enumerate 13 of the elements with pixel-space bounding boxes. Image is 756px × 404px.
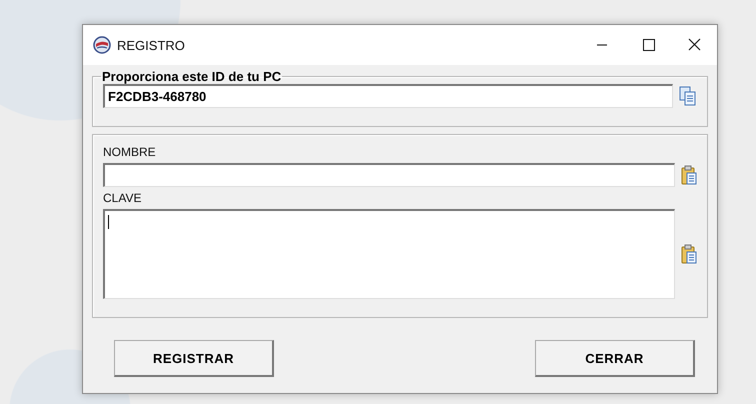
- clipboard-icon[interactable]: [681, 165, 697, 185]
- field-label: NOMBRE: [103, 145, 157, 159]
- group-legend: Proporciona este ID de tu PC: [101, 69, 282, 84]
- window-title: REGISTRO: [117, 38, 185, 52]
- close-button[interactable]: CERRAR: [535, 340, 695, 377]
- pc-id-field[interactable]: F2CDB3-468780: [103, 84, 673, 108]
- clipboard-icon[interactable]: [681, 244, 697, 264]
- text-area[interactable]: [103, 209, 675, 299]
- field-label: CLAVE: [103, 191, 142, 205]
- app-logo-icon: [93, 36, 111, 54]
- copy-icon[interactable]: [679, 86, 697, 106]
- register-button[interactable]: REGISTRAR: [114, 340, 274, 377]
- input-field[interactable]: [103, 163, 675, 187]
